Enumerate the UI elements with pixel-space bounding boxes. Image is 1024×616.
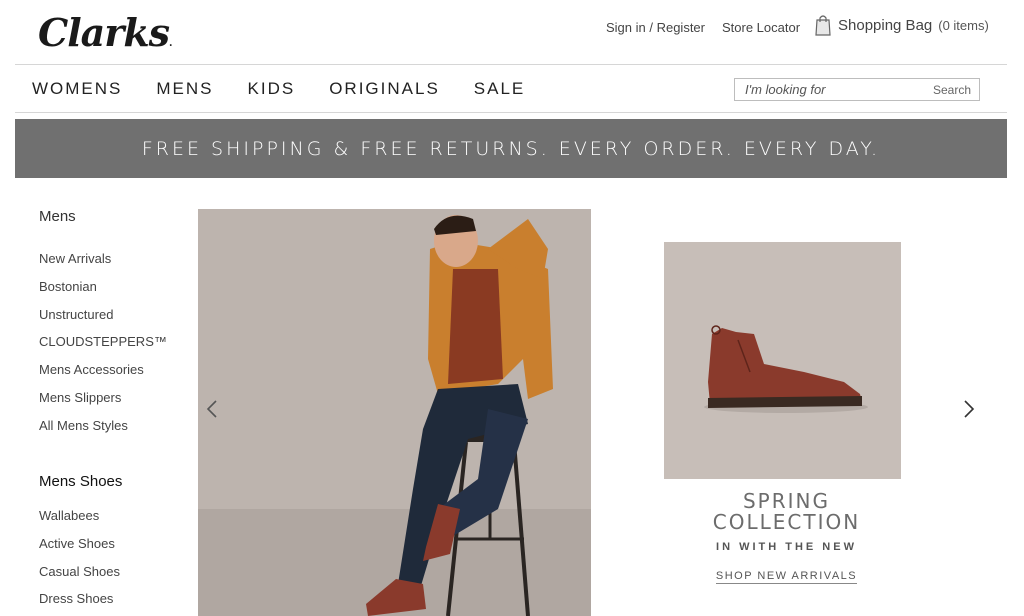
search-input[interactable] <box>735 79 933 100</box>
sidebar-link-unstructured[interactable]: Unstructured <box>39 307 113 322</box>
header-divider <box>15 64 1007 65</box>
hero-image[interactable] <box>198 209 591 616</box>
chevron-left-icon[interactable] <box>205 398 219 420</box>
shopping-bag-link[interactable]: Shopping Bag (0 items) <box>814 14 989 36</box>
search-box: Search <box>734 78 980 101</box>
sidebar-link-new-arrivals[interactable]: New Arrivals <box>39 251 111 266</box>
store-locator-link[interactable]: Store Locator <box>722 20 800 35</box>
sidebar-heading-mens-shoes: Mens Shoes <box>39 473 123 490</box>
nav-womens[interactable]: WOMENS <box>32 79 122 99</box>
shop-new-arrivals-link[interactable]: SHOP NEW ARRIVALS <box>664 570 909 584</box>
sidebar-link-cloudsteppers[interactable]: CLOUDSTEPPERS™ <box>39 334 167 349</box>
sign-in-link[interactable]: Sign in / Register <box>606 20 705 35</box>
sidebar-link-bostonian[interactable]: Bostonian <box>39 279 97 294</box>
sidebar-heading-mens: Mens <box>39 208 76 225</box>
logo-registered-dot: . <box>169 38 173 49</box>
shop-new-arrivals-label: SHOP NEW ARRIVALS <box>715 570 858 584</box>
shopping-bag-icon <box>815 15 831 36</box>
promo-title-line1: SPRING <box>742 489 830 513</box>
main-nav: WOMENS MENS KIDS ORIGINALS SALE <box>32 79 559 99</box>
sidebar-link-mens-accessories[interactable]: Mens Accessories <box>39 362 144 377</box>
sidebar-link-mens-slippers[interactable]: Mens Slippers <box>39 390 121 405</box>
hero-model-illustration <box>198 209 591 616</box>
promo-banner[interactable]: FREE SHIPPING & FREE RETURNS. EVERY ORDE… <box>15 119 1007 178</box>
chevron-right-icon[interactable] <box>962 398 976 420</box>
logo-text: Clarks <box>38 10 170 55</box>
sidebar-link-casual-shoes[interactable]: Casual Shoes <box>39 564 120 579</box>
sidebar-link-all-mens-styles[interactable]: All Mens Styles <box>39 418 128 433</box>
clarks-logo[interactable]: Clarks. <box>38 10 173 55</box>
search-button[interactable]: Search <box>933 83 979 97</box>
nav-divider <box>15 112 1007 113</box>
nav-sale[interactable]: SALE <box>474 79 525 99</box>
shopping-bag-count: (0 items) <box>938 17 989 33</box>
nav-kids[interactable]: KIDS <box>248 79 296 99</box>
sidebar-link-active-shoes[interactable]: Active Shoes <box>39 536 115 551</box>
promo-title-line2: COLLECTION <box>712 510 861 534</box>
spring-boot-image[interactable] <box>664 242 901 479</box>
promo-subtitle: IN WITH THE NEW <box>716 541 857 553</box>
chukka-boot-illustration <box>664 242 901 479</box>
banner-text: FREE SHIPPING & FREE RETURNS. EVERY ORDE… <box>141 137 881 160</box>
shopping-bag-label: Shopping Bag <box>838 16 933 34</box>
nav-mens[interactable]: MENS <box>156 79 213 99</box>
sidebar-link-dress-shoes[interactable]: Dress Shoes <box>39 591 113 606</box>
sidebar-link-wallabees[interactable]: Wallabees <box>39 508 99 523</box>
nav-originals[interactable]: ORIGINALS <box>329 79 440 99</box>
